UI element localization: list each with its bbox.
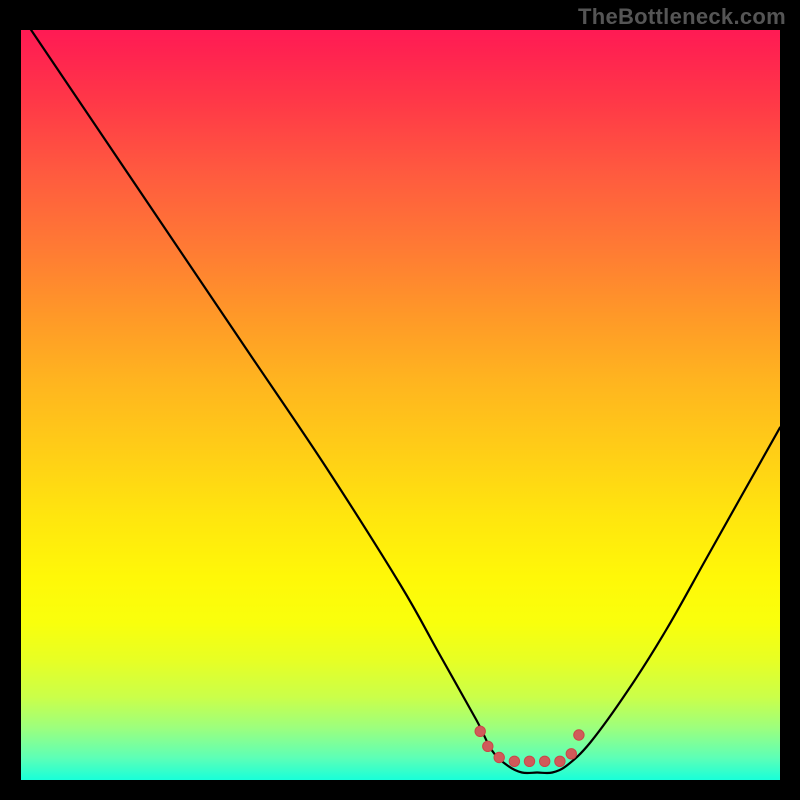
- optimal-marker: [574, 730, 584, 740]
- optimal-marker: [566, 749, 576, 759]
- optimal-range-markers: [475, 726, 584, 766]
- optimal-marker: [509, 756, 519, 766]
- optimal-marker: [524, 756, 534, 766]
- curve-svg: [21, 30, 780, 780]
- optimal-marker: [475, 726, 485, 736]
- optimal-marker: [555, 756, 565, 766]
- plot-area: [21, 30, 780, 780]
- optimal-marker: [494, 752, 504, 762]
- bottleneck-curve: [21, 30, 780, 773]
- optimal-marker: [483, 741, 493, 751]
- optimal-marker: [540, 756, 550, 766]
- attribution-text: TheBottleneck.com: [578, 4, 786, 30]
